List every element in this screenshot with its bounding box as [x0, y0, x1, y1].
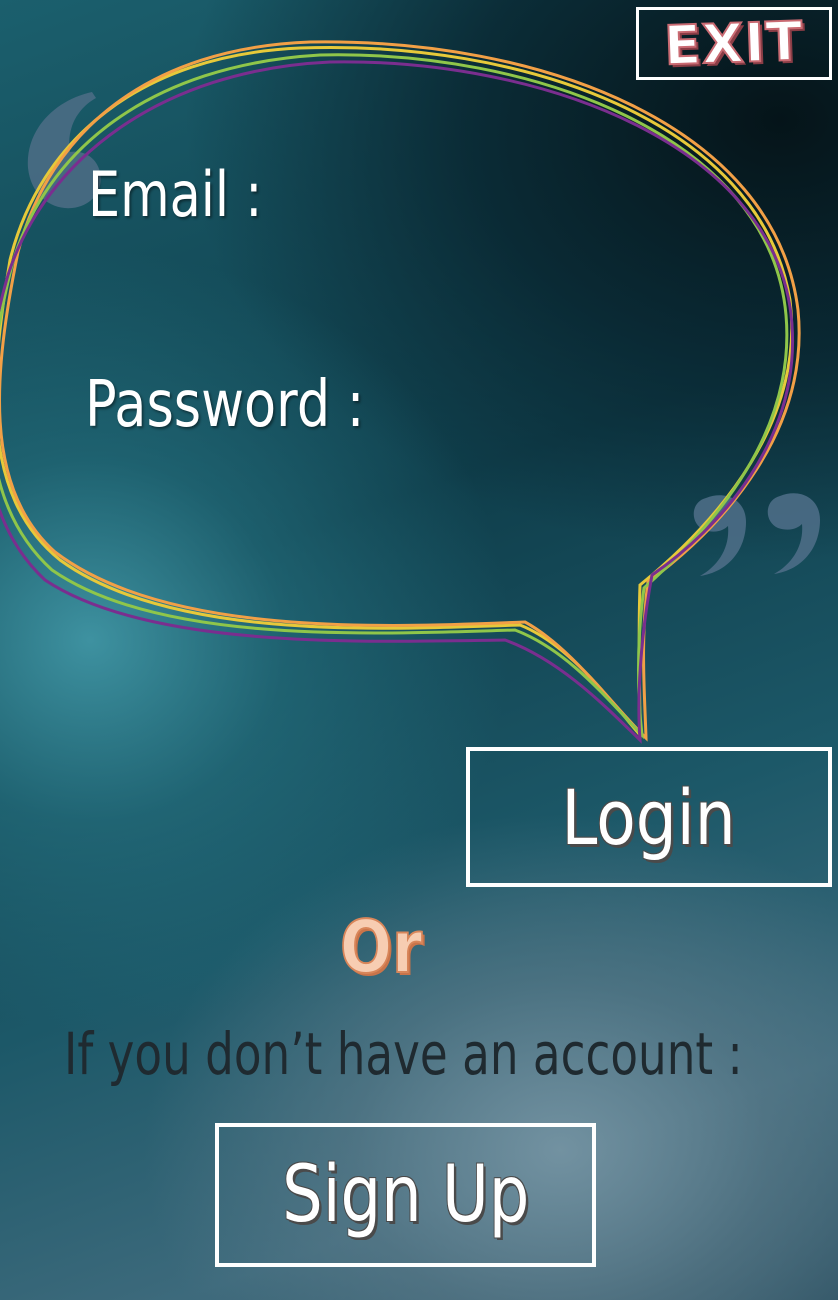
email-label: Email : [88, 158, 263, 231]
login-button[interactable]: Login [466, 747, 832, 887]
password-label: Password : [85, 368, 365, 442]
close-quote-icon [693, 493, 820, 576]
account-prompt: If you don’t have an account : [64, 1020, 743, 1088]
signup-label: Sign Up [281, 1150, 530, 1240]
exit-label: EXIT [662, 9, 806, 79]
login-label: Login [561, 772, 737, 862]
or-separator: Or [339, 904, 423, 990]
signup-button[interactable]: Sign Up [215, 1123, 596, 1267]
exit-button[interactable]: EXIT [636, 7, 832, 80]
